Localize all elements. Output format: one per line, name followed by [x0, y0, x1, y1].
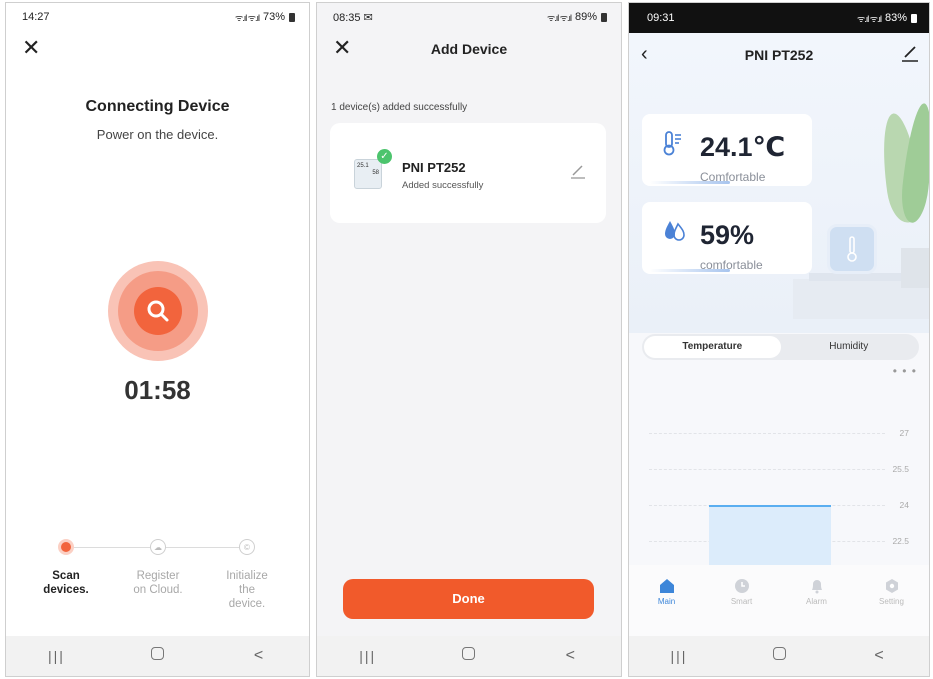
- clock-icon: [712, 575, 772, 597]
- recent-apps-button[interactable]: |||: [37, 648, 77, 664]
- phone-connecting-device: 14:27 ᯤ.ıl ᯤ.ıl 73% ✕ Connecting Device …: [5, 2, 310, 677]
- countdown-timer: 01:58: [124, 375, 191, 405]
- mail-icon: ✉: [363, 11, 373, 24]
- tab-temperature[interactable]: Temperature: [644, 336, 781, 358]
- tab-setting[interactable]: Setting: [862, 575, 922, 637]
- phone-device-detail: 09:31 ᯤ.ıl ᯤ.ıl 83% ‹ PNI PT252 24.1℃ Co…: [628, 2, 930, 677]
- device-name: PNI PT252: [402, 160, 466, 175]
- chart-bar: [709, 505, 831, 565]
- cloud-icon: ☁: [150, 539, 166, 555]
- copyright-icon: ©: [239, 539, 255, 555]
- close-icon[interactable]: ✕: [22, 37, 40, 59]
- back-button[interactable]: <: [550, 647, 590, 665]
- android-nav-bar: ||| <: [629, 636, 929, 676]
- signal-icon: ᯤ.ıl ᯤ.ıl: [547, 12, 572, 23]
- chart-tabs: Temperature Humidity: [642, 334, 919, 360]
- home-button[interactable]: [759, 647, 799, 665]
- page-title: Connecting Device: [85, 98, 230, 115]
- search-icon: [134, 287, 182, 335]
- tab-alarm[interactable]: Alarm: [787, 575, 847, 637]
- page-title: PNI PT252: [744, 47, 814, 63]
- hexagon-icon: [862, 575, 922, 597]
- status-time: 09:31: [647, 12, 675, 24]
- signal-icon: ᯤ.ıl ᯤ.ıl: [857, 13, 882, 24]
- humidity-card: 59% comfortable: [642, 202, 812, 274]
- android-nav-bar: ||| <: [6, 636, 309, 676]
- status-bar: 08:35 ✉ ᯤ.ıl ᯤ.ıl 89%: [317, 3, 621, 31]
- tab-humidity[interactable]: Humidity: [781, 336, 918, 358]
- home-button[interactable]: [449, 647, 489, 665]
- battery-icon: [601, 12, 607, 22]
- step-label: Scan devices.: [43, 570, 89, 596]
- back-button[interactable]: <: [239, 647, 279, 665]
- y-tick-label: 24: [899, 500, 909, 510]
- status-bar: 14:27 ᯤ.ıl ᯤ.ıl 73%: [6, 3, 309, 31]
- success-message: 1 device(s) added successfully: [331, 102, 468, 113]
- step-label: Initialize the device.: [226, 570, 268, 610]
- device-status: Added successfully: [402, 180, 484, 191]
- temperature-chart: 27 25.5 24 22.5: [629, 383, 929, 565]
- edit-icon[interactable]: [901, 44, 919, 67]
- more-options-icon[interactable]: • • •: [893, 364, 917, 378]
- step-register: ☁ Register on Cloud.: [123, 539, 193, 597]
- y-tick-label: 27: [899, 428, 909, 438]
- humidity-value: 59%: [700, 220, 755, 250]
- battery-level: 89%: [574, 11, 597, 23]
- temperature-value: 24.1℃: [700, 132, 786, 162]
- step-label: Register on Cloud.: [133, 570, 183, 596]
- sensor-illustration: [827, 224, 877, 274]
- battery-level: 73%: [262, 11, 285, 23]
- device-card[interactable]: 25.1 58 ✓ PNI PT252 Added successfully: [330, 123, 606, 223]
- status-time: 08:35: [333, 11, 361, 24]
- home-button[interactable]: [138, 647, 178, 665]
- bottom-tab-bar: Main Smart Alarm Setting: [629, 565, 929, 637]
- back-button[interactable]: <: [859, 647, 899, 665]
- recent-apps-button[interactable]: |||: [348, 648, 388, 664]
- tab-main[interactable]: Main: [637, 575, 697, 637]
- check-icon: ✓: [377, 149, 392, 164]
- grid-line: [649, 433, 885, 434]
- water-drop-icon: [662, 218, 686, 248]
- y-tick-label: 25.5: [892, 464, 909, 474]
- temperature-card: 24.1℃ Comfortable: [642, 114, 812, 186]
- plant-pot: [901, 248, 929, 288]
- y-tick-label: 22.5: [892, 536, 909, 546]
- page-subtitle: Power on the device.: [96, 127, 219, 142]
- home-icon: [637, 575, 697, 597]
- edit-icon[interactable]: [570, 163, 586, 182]
- status-bar: 09:31 ᯤ.ıl ᯤ.ıl 83%: [629, 3, 929, 33]
- recent-apps-button[interactable]: |||: [659, 648, 699, 664]
- battery-icon: [911, 13, 917, 23]
- battery-icon: [289, 12, 295, 22]
- phone-add-device: 08:35 ✉ ᯤ.ıl ᯤ.ıl 89% ✕ Add Device 1 dev…: [316, 2, 622, 677]
- step-scan: Scan devices.: [31, 539, 101, 597]
- grid-line: [649, 469, 885, 470]
- page-title: Add Device: [430, 41, 508, 57]
- thermometer-icon: [662, 130, 684, 162]
- bell-icon: [787, 575, 847, 597]
- device-thumbnail: 25.1 58: [354, 159, 382, 189]
- tab-smart[interactable]: Smart: [712, 575, 772, 637]
- android-nav-bar: ||| <: [317, 636, 621, 676]
- step-initialize: © Initialize the device.: [212, 539, 282, 611]
- status-time: 14:27: [22, 11, 50, 23]
- done-button[interactable]: Done: [343, 579, 594, 619]
- scan-radar: [108, 261, 208, 361]
- battery-level: 83%: [884, 12, 907, 24]
- signal-icon: ᯤ.ıl ᯤ.ıl: [235, 12, 260, 23]
- step-active-icon: [58, 539, 74, 555]
